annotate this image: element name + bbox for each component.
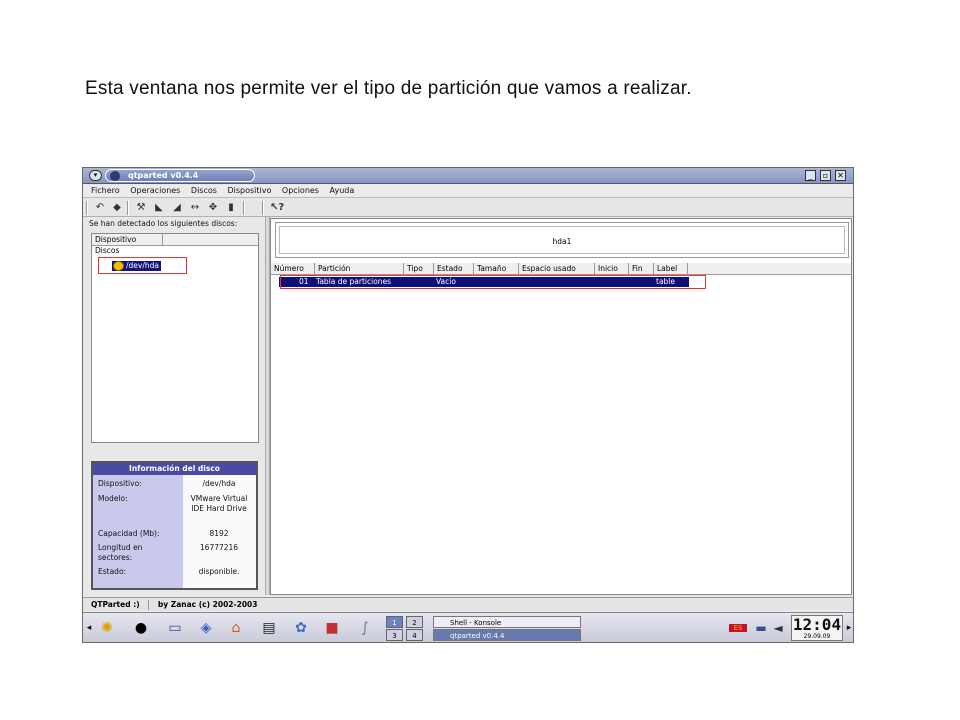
- desktop-pager-1[interactable]: 1: [386, 616, 403, 628]
- partition-map-label: hda1: [552, 237, 572, 246]
- panel-right-arrow-icon[interactable]: ▸: [845, 618, 853, 638]
- tree-header-label: Dispositivo: [95, 235, 137, 244]
- toolbar-handle: [262, 201, 264, 215]
- help-icon[interactable]: ∫: [355, 618, 375, 638]
- close-button[interactable]: ✕: [835, 170, 846, 181]
- column-espacio-usado[interactable]: Espacio usado: [519, 263, 595, 275]
- status-divider: [148, 600, 150, 610]
- info-value: disponible.: [198, 567, 240, 576]
- disk-panel: Se han detectado los siguientes discos: …: [89, 218, 260, 592]
- window-menu-button[interactable]: ▾: [89, 170, 102, 181]
- partition-block-hda1[interactable]: hda1: [279, 226, 845, 254]
- task-konsole[interactable]: Shell - Konsole: [433, 616, 581, 628]
- menu-fichero[interactable]: Fichero: [91, 186, 120, 195]
- whats-this-icon[interactable]: ↖?: [270, 202, 284, 214]
- menu-ayuda[interactable]: Ayuda: [330, 186, 355, 195]
- clock-time: 12:04: [792, 615, 842, 634]
- disk-tree[interactable]: Dispositivo Discos /dev/hda: [91, 233, 259, 443]
- file-manager-icon[interactable]: ◈: [196, 618, 216, 638]
- home-icon[interactable]: ⌂: [226, 618, 246, 638]
- kde-menu-icon[interactable]: ✺: [97, 618, 117, 638]
- menu-dispositivo[interactable]: Dispositivo: [227, 186, 271, 195]
- wrench-icon[interactable]: ⚒: [135, 202, 147, 214]
- trash-icon[interactable]: ▮: [225, 202, 237, 214]
- partition-panel: hda1 Número Partición Tipo Estado Tamaño…: [270, 218, 852, 595]
- task-label: qtparted v0.4.4: [450, 632, 505, 640]
- partition-table-header: Número Partición Tipo Estado Tamaño Espa…: [271, 263, 851, 275]
- info-key: Longitud en sectores:: [98, 543, 143, 562]
- toolbar: ↶ ◆ ⚒ ◣ ◢ ↔ ✥ ▮ ↖?: [83, 199, 853, 217]
- disk-info-panel: Información del disco Dispositivo: /dev/…: [91, 461, 258, 590]
- highlight-box: [98, 257, 187, 274]
- highlight-box: [280, 275, 706, 289]
- panel-left-arrow-icon[interactable]: ◂: [85, 618, 93, 638]
- column-tipo[interactable]: Tipo: [404, 263, 434, 275]
- info-key: Estado:: [98, 567, 127, 576]
- commit-icon[interactable]: ◆: [111, 202, 123, 214]
- penguin-icon[interactable]: ●: [131, 618, 151, 638]
- menu-discos[interactable]: Discos: [191, 186, 217, 195]
- info-value: VMware Virtual IDE Hard Drive: [190, 494, 248, 513]
- toolbar-separator: [243, 201, 245, 215]
- toolbar-handle: [86, 201, 88, 215]
- column-tamano[interactable]: Tamaño: [474, 263, 519, 275]
- desktop-pager-2[interactable]: 2: [406, 616, 423, 628]
- window-title-pill: qtparted v0.4.4: [105, 169, 255, 182]
- column-inicio[interactable]: Inicio: [595, 263, 629, 275]
- maximize-button[interactable]: ▫: [820, 170, 831, 181]
- office-icon[interactable]: ■: [322, 618, 342, 638]
- network-icon[interactable]: ✿: [291, 618, 311, 638]
- task-qtparted[interactable]: qtparted v0.4.4: [433, 629, 581, 641]
- slide-caption: Esta ventana nos permite ver el tipo de …: [85, 78, 692, 99]
- window-titlebar: ▾ qtparted v0.4.4 _ ▫ ✕: [83, 168, 853, 184]
- column-fin[interactable]: Fin: [629, 263, 654, 275]
- column-numero[interactable]: Número: [271, 263, 315, 275]
- kde-taskbar: ◂ ✺ ● ▭ ◈ ⌂ ▤ ✿ ■ ∫ 1 2 3 4 Shell - Kons…: [83, 612, 853, 642]
- status-app: QTParted :): [91, 600, 140, 609]
- status-credit: by Zanac (c) 2002-2003: [157, 600, 258, 609]
- minimize-button[interactable]: _: [805, 170, 816, 181]
- column-label[interactable]: Label: [654, 263, 688, 275]
- status-bar: QTParted :) by Zanac (c) 2002-2003: [83, 597, 853, 610]
- task-label: Shell - Konsole: [450, 619, 502, 627]
- terminal-icon[interactable]: ▤: [259, 618, 279, 638]
- qtparted-app-icon: [110, 171, 120, 181]
- column-estado[interactable]: Estado: [434, 263, 474, 275]
- detected-disks-label: Se han detectado los siguientes discos:: [89, 219, 238, 228]
- move-icon[interactable]: ✥: [207, 202, 219, 214]
- undo-icon[interactable]: ↶: [94, 202, 106, 214]
- qtparted-screenshot: ▾ qtparted v0.4.4 _ ▫ ✕ Fichero Operacio…: [82, 167, 854, 643]
- info-value: /dev/hda: [202, 479, 236, 488]
- info-key: Dispositivo:: [98, 479, 142, 488]
- column-particion[interactable]: Partición: [315, 263, 404, 275]
- info-value: 8192: [209, 529, 229, 538]
- menu-operaciones[interactable]: Operaciones: [130, 186, 180, 195]
- desktop-pager-4[interactable]: 4: [406, 629, 423, 641]
- window-title: qtparted v0.4.4: [128, 171, 199, 180]
- disk-info-title: Información del disco: [93, 463, 256, 475]
- tree-column-header[interactable]: Dispositivo: [92, 234, 258, 246]
- keyboard-layout-flag-icon[interactable]: ES: [729, 624, 747, 632]
- resize-icon[interactable]: ↔: [189, 202, 201, 214]
- info-key: Modelo:: [98, 494, 128, 503]
- clock[interactable]: 12:04 29.09.09: [791, 615, 843, 641]
- disk-map[interactable]: hda1: [275, 222, 849, 258]
- desktop-pager-3[interactable]: 3: [386, 629, 403, 641]
- toolbar-separator: [127, 201, 129, 215]
- info-value: 16777216: [199, 543, 239, 552]
- tree-group-discos[interactable]: Discos: [92, 246, 258, 256]
- format-icon[interactable]: ◣: [153, 202, 165, 214]
- eraser-icon[interactable]: ◢: [171, 202, 183, 214]
- desktop-icon[interactable]: ▭: [165, 618, 185, 638]
- menu-bar: Fichero Operaciones Discos Dispositivo O…: [83, 185, 853, 198]
- menu-opciones[interactable]: Opciones: [282, 186, 319, 195]
- column-divider: [162, 234, 163, 246]
- volume-icon[interactable]: ◄: [768, 618, 788, 638]
- clock-date: 29.09.09: [803, 633, 831, 640]
- info-key: Capacidad (Mb):: [98, 529, 160, 538]
